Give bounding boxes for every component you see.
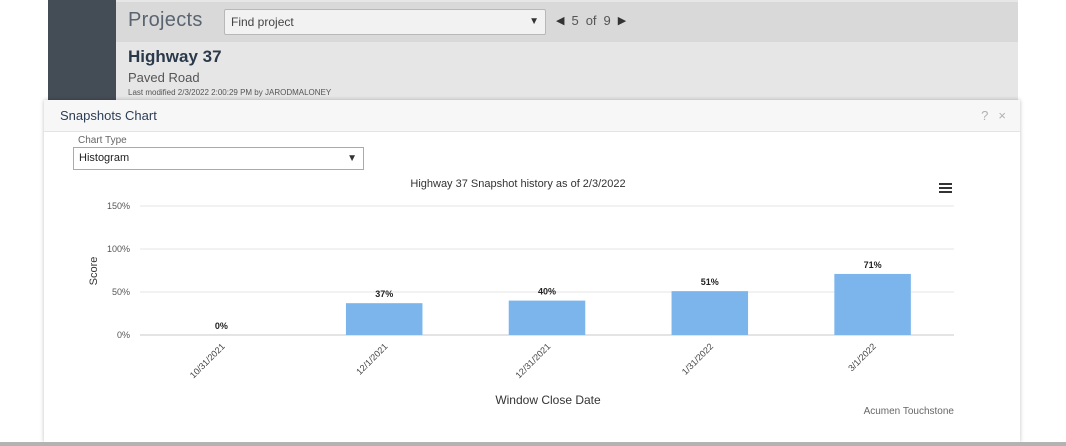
project-modified: Last modified 2/3/2022 2:00:29 PM by JAR… [128,88,332,97]
pager-of: of [585,13,597,28]
projects-title: Projects [128,9,203,31]
chart-bar[interactable] [345,303,423,335]
hamburger-menu-icon[interactable] [939,183,952,193]
x-tick-label: 3/1/2022 [846,341,878,373]
triangle-right-icon[interactable]: ▶ [618,14,626,27]
chart-bar[interactable] [834,273,911,335]
x-tick-label: 1/31/2022 [680,341,715,376]
project-pager: ◀ 5 of 9 ▶ [556,13,626,28]
x-axis-ticks: 10/31/2021 12/1/2021 12/31/2021 1/31/2022 3/… [188,341,878,380]
y-tick-label: 0% [117,330,130,340]
find-project-box[interactable]: ▼ [224,9,546,35]
caret-down-icon[interactable]: ▼ [529,16,539,27]
y-axis-ticks: 0% 50% 100% 150% [107,201,130,340]
x-tick-label: 12/31/2021 [513,341,552,380]
y-tick-label: 100% [107,244,130,254]
project-name: Highway 37 [128,47,222,66]
x-tick-label: 10/31/2021 [188,341,227,380]
chart-credit: Acumen Touchstone [864,406,955,417]
y-tick-label: 150% [107,201,130,211]
bottom-bar [0,442,1066,446]
bar-data-label: 51% [701,277,719,287]
y-tick-label: 50% [112,287,130,297]
bar-data-label: 37% [375,289,393,299]
bar-data-label: 40% [538,287,556,297]
project-type: Paved Road [128,70,200,85]
projects-header: Projects ▼ ◀ 5 of 9 ▶ [116,2,1018,42]
find-project-input[interactable] [225,10,515,34]
chart-bars [345,273,911,335]
pager-current: 5 [571,13,579,28]
pager-total: 9 [603,13,611,28]
side-strip [48,0,116,100]
chart-title: Highway 37 Snapshot history as of 2/3/20… [410,178,625,190]
chart-bar[interactable] [508,300,586,335]
chart-bar[interactable] [671,291,749,335]
triangle-left-icon[interactable]: ◀ [556,14,564,27]
project-info: Highway 37 Paved Road Last modified 2/3/… [128,47,331,97]
x-tick-label: 12/1/2021 [354,341,389,376]
y-axis-title: Score [88,257,100,286]
snapshot-histogram-chart: Highway 37 Snapshot history as of 2/3/20… [88,178,955,417]
snapshots-chart-panel: Snapshots Chart ? × Chart Type Histogram… [44,100,1020,442]
x-axis-title: Window Close Date [495,393,601,407]
bar-data-label: 0% [215,321,228,331]
bar-data-label: 71% [864,260,882,270]
